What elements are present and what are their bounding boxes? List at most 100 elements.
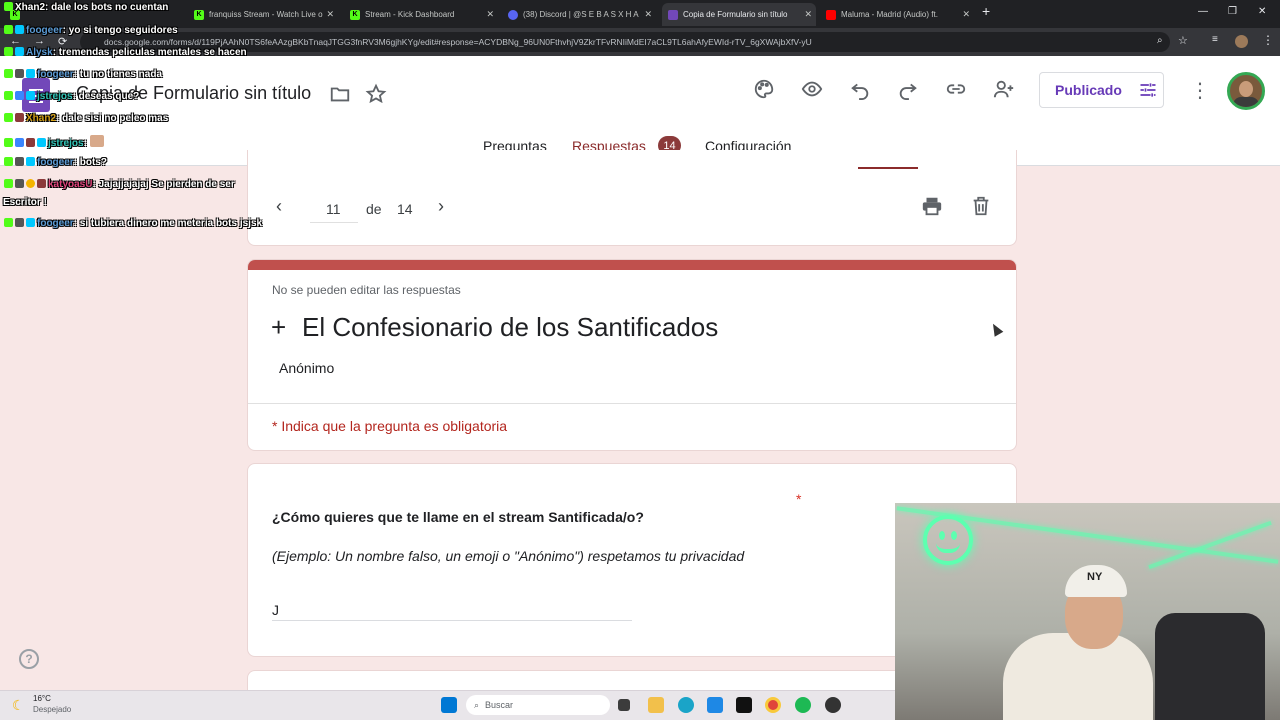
next-response-icon[interactable]: › — [438, 196, 444, 217]
maximize-button[interactable]: ❐ — [1228, 6, 1237, 17]
discord-icon — [508, 9, 518, 20]
coin-badge-icon — [26, 179, 35, 188]
browser-tab-franquiss[interactable]: K franquiss Stream - Watch Live o ✕ — [188, 3, 338, 26]
folder-icon[interactable] — [327, 81, 353, 107]
add-collaborator-icon[interactable] — [991, 76, 1017, 102]
obs-icon[interactable] — [825, 697, 841, 713]
moderator-badge-icon — [37, 179, 46, 188]
chat-user: katyoasU — [48, 179, 93, 190]
browser-tab-strip: K K franquiss Stream - Watch Live o ✕ K … — [0, 0, 1280, 28]
required-asterisk: * — [796, 491, 802, 507]
required-notice: * Indica que la pregunta es obligatoria — [272, 418, 508, 434]
chat-text: : Jajajjajajaj Se pierden de ser — [92, 179, 235, 190]
question-description: (Ejemplo: Un nombre falso, un emoji o "A… — [272, 548, 745, 564]
current-response-number: 11 — [326, 201, 341, 217]
browser-toolbar: ← → ⟳ docs.google.com/forms/d/119PjAAhN0… — [0, 28, 1280, 56]
undo-icon[interactable] — [847, 76, 873, 102]
tab-title: Maluma - Madrid (Audio) ft. — [841, 10, 938, 19]
edge-icon[interactable] — [678, 697, 694, 713]
more-options-icon[interactable]: ⋮ — [1190, 78, 1210, 103]
user-avatar[interactable] — [1227, 72, 1265, 110]
forward-icon[interactable]: → — [34, 35, 45, 47]
kick-icon: K — [350, 9, 360, 20]
total-responses: 14 — [397, 201, 413, 217]
published-button[interactable]: Publicado — [1039, 72, 1164, 108]
windows-taskbar: ☾ 16°C Despejado ⌕ Buscar — [0, 690, 895, 720]
answer-underline — [272, 620, 632, 621]
shield-badge-icon — [15, 218, 24, 227]
kick-icon: K — [194, 9, 204, 20]
file-explorer-icon[interactable] — [648, 697, 664, 713]
search-icon: ⌕ — [474, 699, 480, 710]
answer-value: J — [272, 602, 279, 618]
browser-tab-discord[interactable]: (38) Discord | @S E B A S X H A ✕ — [502, 3, 656, 26]
kick-badge-icon — [4, 218, 13, 227]
youtube-icon — [826, 9, 836, 20]
store-icon[interactable] — [707, 697, 723, 713]
preview-eye-icon[interactable] — [799, 76, 825, 102]
profile-avatar-icon[interactable] — [1235, 35, 1248, 48]
webcam-overlay: NY — [895, 503, 1280, 720]
forms-logo-icon[interactable] — [22, 78, 50, 112]
browser-tab-forms[interactable]: Copia de Formulario sin título ✕ — [662, 3, 816, 26]
section-indicator — [858, 167, 918, 169]
link-icon[interactable] — [943, 76, 969, 102]
palette-icon[interactable] — [751, 76, 777, 102]
taskbar-search-box[interactable]: ⌕ Buscar — [466, 695, 610, 715]
close-icon[interactable]: ✕ — [804, 9, 812, 20]
theme-color-bar — [248, 260, 1016, 270]
weather-temp: 16°C — [33, 694, 51, 703]
zoom-icon[interactable]: ⌕ — [1157, 35, 1163, 46]
previous-response-icon[interactable]: ‹ — [276, 196, 282, 217]
tab-title: franquiss Stream - Watch Live o — [209, 10, 323, 19]
close-icon[interactable]: ✕ — [326, 9, 334, 20]
weather-moon-icon: ☾ — [12, 697, 25, 713]
task-view-icon[interactable] — [618, 699, 630, 711]
delete-icon[interactable] — [970, 195, 992, 217]
respondent-label: Anónimo — [279, 360, 335, 376]
help-icon[interactable]: ? — [19, 649, 39, 669]
star-icon[interactable] — [363, 81, 389, 107]
close-icon[interactable]: ✕ — [644, 9, 652, 20]
redo-icon[interactable] — [895, 76, 921, 102]
browser-tab-kick[interactable]: K — [4, 3, 26, 26]
streamer-body — [1003, 633, 1153, 720]
close-icon[interactable]: ✕ — [962, 9, 970, 20]
chat-text: : si tubiera dinero me meteria bots jsjs… — [73, 218, 263, 229]
bookmark-star-icon[interactable]: ☆ — [1178, 34, 1188, 47]
response-navigator — [247, 150, 1017, 246]
y-app-icon[interactable] — [736, 697, 752, 713]
tab-title: (38) Discord | @S E B A S X H A — [523, 10, 639, 19]
browser-tab-kick-dashboard[interactable]: K Stream - Kick Dashboard ✕ — [344, 3, 498, 26]
form-title-prefix: + — [271, 312, 287, 342]
close-window-button[interactable]: ✕ — [1258, 6, 1266, 17]
no-edit-notice: No se pueden editar las respuestas — [272, 283, 461, 297]
kick-icon: K — [10, 9, 20, 20]
sub-badge-icon — [26, 218, 35, 227]
extensions-icon[interactable]: ≡ — [1212, 34, 1218, 45]
chat-message: katyoasU: Jajajjajajaj Se pierden de ser — [4, 179, 235, 190]
reload-icon[interactable]: ⟳ — [58, 35, 67, 48]
spotify-icon[interactable] — [795, 697, 811, 713]
tab-title: Copia de Formulario sin título — [683, 10, 788, 19]
back-icon[interactable]: ← — [10, 35, 21, 47]
browser-tab-youtube[interactable]: Maluma - Madrid (Audio) ft. ✕ — [820, 3, 974, 26]
form-title-input[interactable]: Copia de Formulario sin título — [76, 83, 311, 104]
of-label: de — [366, 201, 382, 217]
print-icon[interactable] — [921, 195, 943, 217]
minimize-button[interactable]: — — [1198, 6, 1208, 17]
gaming-chair — [1155, 613, 1265, 720]
windows-start-icon[interactable] — [441, 697, 457, 713]
divider — [248, 403, 1016, 404]
shield-badge-icon — [15, 179, 24, 188]
browser-menu-icon[interactable]: ⋮ — [1262, 33, 1274, 47]
question-title: ¿Cómo quieres que te llame en el stream … — [272, 509, 644, 525]
chrome-icon[interactable] — [765, 697, 781, 713]
new-tab-button[interactable]: + — [982, 3, 990, 19]
close-icon[interactable]: ✕ — [486, 9, 494, 20]
address-bar[interactable]: docs.google.com/forms/d/119PjAAhN0TS6feA… — [80, 32, 1170, 52]
chat-user: foogeer — [37, 218, 74, 229]
neon-smiley-sign — [923, 515, 973, 565]
search-placeholder: Buscar — [485, 700, 514, 710]
tune-icon — [1138, 80, 1158, 100]
